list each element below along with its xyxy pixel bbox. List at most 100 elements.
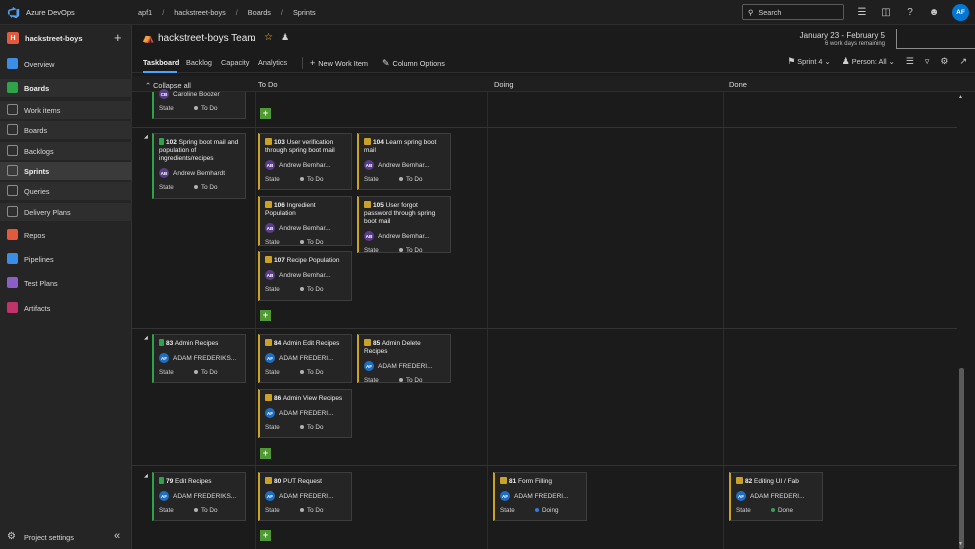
team-selector[interactable]: hackstreet-boys Team [158,33,256,44]
add-task-button[interactable]: + [260,530,271,541]
team-icon: ⛺ [142,33,155,44]
state-value[interactable]: Doing [535,507,558,514]
burndown-mini-chart[interactable] [896,29,975,49]
person-filter[interactable]: ♟ Person: All ⌄ [842,56,895,67]
new-work-item-button[interactable]: + New Work Item [310,58,368,68]
tab-analytics[interactable]: Analytics [258,58,287,67]
state-value[interactable]: To Do [300,369,323,376]
project-settings[interactable]: ⚙ Project settings « [0,528,132,546]
state-value[interactable]: To Do [194,184,217,191]
breadcrumb-boards[interactable]: Boards [248,8,271,17]
breadcrumb-org[interactable]: apf1 [138,8,152,17]
add-task-button[interactable]: + [260,310,271,321]
state-value[interactable]: To Do [399,176,422,183]
state-value[interactable]: Done [771,507,793,514]
collapse-sidebar-icon[interactable]: « [114,530,120,542]
state-value[interactable]: To Do [194,507,217,514]
task-card[interactable]: 81 Form Filling AF ADAM FREDERI... State D… [493,472,587,521]
board-scrollbar[interactable]: ▲ ▼ [957,92,965,549]
story-card-partial[interactable]: CB Caroline Boozer State To Do [152,89,246,119]
state-value[interactable]: To Do [399,377,422,384]
sidebar-item-overview[interactable]: Overview [0,55,132,73]
assignee-name: ADAM FREDERI... [279,354,334,362]
state-value[interactable]: To Do [300,507,323,514]
sidebar-item-queries[interactable]: Queries [0,182,132,200]
sidebar-item-boards-section[interactable]: Boards [0,79,132,97]
story-card[interactable]: 79 Edit Recipes AF ADAM FREDERIKS... Stat… [152,472,246,521]
add-task-button[interactable]: + [260,448,271,459]
project-header[interactable]: H hackstreet-boys + [0,28,132,50]
avatar: AB [364,231,374,241]
task-card[interactable]: 107 Recipe Population AB Andrew Bemhar...… [258,251,352,301]
view-options-icon[interactable]: ☰ [906,56,914,67]
team-profile-icon[interactable]: ♟ [281,32,289,43]
card-title-text: Edit Recipes [175,478,212,485]
scroll-thumb[interactable] [959,368,964,549]
breadcrumb-sprints[interactable]: Sprints [293,8,316,17]
task-icon [500,477,507,484]
tab-taskboard[interactable]: Taskboard [143,58,179,67]
sidebar-item-test-plans[interactable]: Test Plans [0,274,132,292]
user-avatar[interactable]: AF [952,4,969,21]
tab-bar: Taskboard Backlog Capacity Analytics + Ne… [132,53,975,73]
sidebar-item-artifacts[interactable]: Artifacts [0,299,132,317]
user-settings-icon[interactable]: ☻ [927,5,941,19]
state-label: State [159,184,174,191]
sidebar-item-work-items[interactable]: Work items [0,101,132,119]
list-icon[interactable]: ☰ [855,5,869,19]
sidebar-item-repos[interactable]: Repos [0,226,132,244]
sidebar-item-backlogs[interactable]: Backlogs [0,142,132,160]
breadcrumb-project[interactable]: hackstreet-boys [174,8,226,17]
filter-icon[interactable]: ▿ [925,56,930,67]
state-value[interactable]: To Do [399,247,422,254]
add-icon[interactable]: + [114,30,122,45]
task-card[interactable]: 80 PUT Request AF ADAM FREDERI... State To… [258,472,352,521]
card-state-row: State Doing [500,507,581,515]
task-icon [265,477,272,484]
settings-icon[interactable]: ⚙ [940,56,948,67]
card-id: 79 [166,478,174,485]
state-value[interactable]: To Do [300,424,323,431]
column-header-done: Done [729,80,747,89]
tab-backlog[interactable]: Backlog [186,58,212,67]
tab-capacity[interactable]: Capacity [221,58,249,67]
task-card[interactable]: 82 Editing UI / Fab AF ADAM FREDERI... St… [729,472,823,521]
state-value[interactable]: To Do [194,105,217,112]
favorite-star-icon[interactable]: ☆ [264,32,273,43]
azure-devops-logo[interactable]: Azure DevOps [7,6,75,19]
sprint-selector[interactable]: ⚑ Sprint 4 ⌄ [787,56,830,67]
task-card[interactable]: 105 User forgot password through spring … [357,196,451,254]
column-options-button[interactable]: ✎ Column Options [382,58,445,69]
new-work-item-label: New Work Item [318,59,369,68]
fullscreen-icon[interactable]: ↗ [959,56,967,67]
help-icon[interactable]: ? [903,5,917,19]
sidebar-item-boards[interactable]: Boards [0,121,132,139]
state-text: Done [778,507,794,514]
sidebar-item-pipelines[interactable]: Pipelines [0,250,132,268]
story-card[interactable]: 83 Admin Recipes AF ADAM FREDERIKS... Sta… [152,334,246,383]
task-card[interactable]: 103 User verification through spring boo… [258,133,352,190]
sidebar-item-sprints[interactable]: Sprints [0,162,132,180]
task-card[interactable]: 104 Learn spring boot mail AB Andrew Bemh… [357,133,451,190]
task-card[interactable]: 85 Admin Delete Recipes AF ADAM FREDERI..… [357,334,451,384]
scroll-up-icon[interactable]: ▲ [958,94,963,100]
state-value[interactable]: To Do [300,286,323,293]
sidebar-item-delivery-plans[interactable]: Delivery Plans [0,203,132,221]
shopping-bag-icon[interactable]: ◫ [879,5,893,19]
row-collapse-icon[interactable]: ◢ [144,335,148,341]
state-value[interactable]: To Do [300,176,323,183]
sidebar-item-label: Overview [24,59,55,69]
add-task-button[interactable]: + [260,108,271,119]
task-card[interactable]: 86 Admin View Recipes AF ADAM FREDERI... … [258,389,352,438]
scroll-down-icon[interactable]: ▼ [958,541,963,547]
row-collapse-icon[interactable]: ◢ [144,134,148,140]
state-value[interactable]: To Do [300,239,323,246]
card-title: 80 PUT Request [265,477,346,486]
task-card[interactable]: 106 Ingredient Population AB Andrew Bemha… [258,196,352,246]
state-value[interactable]: To Do [194,369,217,376]
search-input[interactable]: ⚲ Search [742,4,844,20]
story-card[interactable]: 102 Spring boot mail and population of i… [152,133,246,199]
row-collapse-icon[interactable]: ◢ [144,473,148,479]
task-card[interactable]: 84 Admin Edit Recipes AF ADAM FREDERI... … [258,334,352,383]
chevron-down-icon[interactable]: ⌄ [250,34,257,43]
